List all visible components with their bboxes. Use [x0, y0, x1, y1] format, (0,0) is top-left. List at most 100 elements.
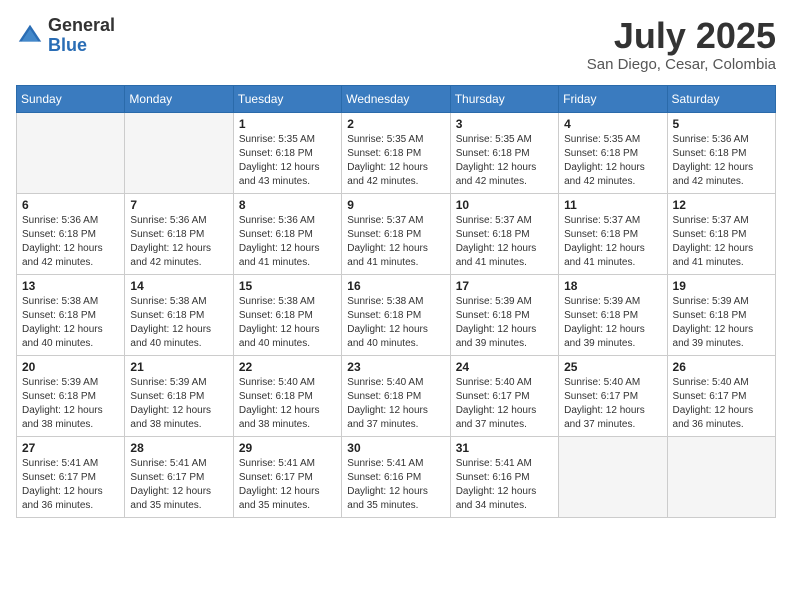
day-info: Sunrise: 5:39 AM Sunset: 6:18 PM Dayligh…	[564, 295, 661, 351]
calendar-cell: 24 Sunrise: 5:40 AM Sunset: 6:17 PM Dayli…	[450, 355, 558, 436]
day-number: 13	[22, 279, 119, 293]
day-info: Sunrise: 5:37 AM Sunset: 6:18 PM Dayligh…	[456, 214, 553, 270]
logo-text: General Blue	[48, 16, 115, 56]
calendar-week-5: 27 Sunrise: 5:41 AM Sunset: 6:17 PM Dayli…	[17, 436, 776, 517]
day-number: 15	[239, 279, 336, 293]
calendar-cell: 5 Sunrise: 5:36 AM Sunset: 6:18 PM Daylig…	[667, 112, 775, 193]
calendar-cell: 18Sunrise: 5:39 AM Sunset: 6:18 PM Dayli…	[559, 274, 667, 355]
calendar-cell: 23 Sunrise: 5:40 AM Sunset: 6:18 PM Dayli…	[342, 355, 450, 436]
calendar-cell	[667, 436, 775, 517]
month-title: July 2025	[587, 16, 776, 56]
day-info: Sunrise: 5:41 AM Sunset: 6:17 PM Dayligh…	[130, 457, 227, 513]
day-info: Sunrise: 5:36 AM Sunset: 6:18 PM Dayligh…	[130, 214, 227, 270]
calendar-cell: 16 Sunrise: 5:38 AM Sunset: 6:18 PM Dayli…	[342, 274, 450, 355]
day-info: Sunrise: 5:40 AM Sunset: 6:18 PM Dayligh…	[347, 376, 444, 432]
day-info: Sunrise: 5:37 AM Sunset: 6:18 PM Dayligh…	[564, 214, 661, 270]
day-info: Sunrise: 5:36 AM Sunset: 6:18 PM Dayligh…	[673, 133, 770, 189]
page-header: General Blue July 2025 San Diego, Cesar,…	[16, 16, 776, 73]
calendar-cell: 7 Sunrise: 5:36 AM Sunset: 6:18 PM Daylig…	[125, 193, 233, 274]
day-info: Sunrise: 5:40 AM Sunset: 6:17 PM Dayligh…	[564, 376, 661, 432]
calendar-cell: 29 Sunrise: 5:41 AM Sunset: 6:17 PM Dayli…	[233, 436, 341, 517]
calendar-header-row: SundayMondayTuesdayWednesdayThursdayFrid…	[17, 85, 776, 112]
day-number: 17	[456, 279, 553, 293]
day-number: 2	[347, 117, 444, 131]
calendar-cell: 3 Sunrise: 5:35 AM Sunset: 6:18 PM Daylig…	[450, 112, 558, 193]
day-number: 22	[239, 360, 336, 374]
day-number: 28	[130, 441, 227, 455]
day-number: 14	[130, 279, 227, 293]
col-header-thursday: Thursday	[450, 85, 558, 112]
day-info: Sunrise: 5:39 AM Sunset: 6:18 PM Dayligh…	[673, 295, 770, 351]
logo-icon	[16, 22, 44, 50]
day-info: Sunrise: 5:41 AM Sunset: 6:17 PM Dayligh…	[22, 457, 119, 513]
calendar-cell: 25Sunrise: 5:40 AM Sunset: 6:17 PM Dayli…	[559, 355, 667, 436]
day-number: 11	[564, 198, 661, 212]
day-number: 5	[673, 117, 770, 131]
day-number: 31	[456, 441, 553, 455]
day-number: 19	[673, 279, 770, 293]
calendar-cell: 12 Sunrise: 5:37 AM Sunset: 6:18 PM Dayli…	[667, 193, 775, 274]
day-info: Sunrise: 5:41 AM Sunset: 6:16 PM Dayligh…	[456, 457, 553, 513]
day-number: 7	[130, 198, 227, 212]
calendar-table: SundayMondayTuesdayWednesdayThursdayFrid…	[16, 85, 776, 518]
calendar-cell: 19 Sunrise: 5:39 AM Sunset: 6:18 PM Dayli…	[667, 274, 775, 355]
col-header-wednesday: Wednesday	[342, 85, 450, 112]
day-info: Sunrise: 5:38 AM Sunset: 6:18 PM Dayligh…	[239, 295, 336, 351]
location-text: San Diego, Cesar, Colombia	[587, 56, 776, 73]
day-info: Sunrise: 5:35 AM Sunset: 6:18 PM Dayligh…	[347, 133, 444, 189]
day-info: Sunrise: 5:40 AM Sunset: 6:17 PM Dayligh…	[673, 376, 770, 432]
day-info: Sunrise: 5:35 AM Sunset: 6:18 PM Dayligh…	[239, 133, 336, 189]
day-number: 23	[347, 360, 444, 374]
calendar-week-4: 20 Sunrise: 5:39 AM Sunset: 6:18 PM Dayli…	[17, 355, 776, 436]
day-info: Sunrise: 5:38 AM Sunset: 6:18 PM Dayligh…	[22, 295, 119, 351]
day-info: Sunrise: 5:37 AM Sunset: 6:18 PM Dayligh…	[673, 214, 770, 270]
col-header-sunday: Sunday	[17, 85, 125, 112]
calendar-cell: 21Sunrise: 5:39 AM Sunset: 6:18 PM Dayli…	[125, 355, 233, 436]
day-info: Sunrise: 5:39 AM Sunset: 6:18 PM Dayligh…	[22, 376, 119, 432]
day-number: 29	[239, 441, 336, 455]
day-number: 1	[239, 117, 336, 131]
day-number: 10	[456, 198, 553, 212]
day-info: Sunrise: 5:41 AM Sunset: 6:17 PM Dayligh…	[239, 457, 336, 513]
day-info: Sunrise: 5:38 AM Sunset: 6:18 PM Dayligh…	[347, 295, 444, 351]
calendar-week-1: 1 Sunrise: 5:35 AM Sunset: 6:18 PM Daylig…	[17, 112, 776, 193]
day-number: 26	[673, 360, 770, 374]
calendar-cell: 22Sunrise: 5:40 AM Sunset: 6:18 PM Dayli…	[233, 355, 341, 436]
day-number: 9	[347, 198, 444, 212]
calendar-cell: 9 Sunrise: 5:37 AM Sunset: 6:18 PM Daylig…	[342, 193, 450, 274]
day-info: Sunrise: 5:41 AM Sunset: 6:16 PM Dayligh…	[347, 457, 444, 513]
day-number: 21	[130, 360, 227, 374]
calendar-cell: 10 Sunrise: 5:37 AM Sunset: 6:18 PM Dayli…	[450, 193, 558, 274]
calendar-cell: 11 Sunrise: 5:37 AM Sunset: 6:18 PM Dayli…	[559, 193, 667, 274]
col-header-tuesday: Tuesday	[233, 85, 341, 112]
day-info: Sunrise: 5:40 AM Sunset: 6:17 PM Dayligh…	[456, 376, 553, 432]
day-number: 24	[456, 360, 553, 374]
day-info: Sunrise: 5:37 AM Sunset: 6:18 PM Dayligh…	[347, 214, 444, 270]
calendar-cell: 2 Sunrise: 5:35 AM Sunset: 6:18 PM Daylig…	[342, 112, 450, 193]
day-number: 27	[22, 441, 119, 455]
calendar-cell: 27 Sunrise: 5:41 AM Sunset: 6:17 PM Dayli…	[17, 436, 125, 517]
calendar-cell: 30 Sunrise: 5:41 AM Sunset: 6:16 PM Dayli…	[342, 436, 450, 517]
calendar-cell: 13 Sunrise: 5:38 AM Sunset: 6:18 PM Dayli…	[17, 274, 125, 355]
day-number: 12	[673, 198, 770, 212]
calendar-cell: 17 Sunrise: 5:39 AM Sunset: 6:18 PM Dayli…	[450, 274, 558, 355]
col-header-friday: Friday	[559, 85, 667, 112]
day-info: Sunrise: 5:35 AM Sunset: 6:18 PM Dayligh…	[456, 133, 553, 189]
day-info: Sunrise: 5:36 AM Sunset: 6:18 PM Dayligh…	[239, 214, 336, 270]
calendar-cell: 4Sunrise: 5:35 AM Sunset: 6:18 PM Daylig…	[559, 112, 667, 193]
logo: General Blue	[16, 16, 115, 56]
col-header-saturday: Saturday	[667, 85, 775, 112]
day-info: Sunrise: 5:39 AM Sunset: 6:18 PM Dayligh…	[456, 295, 553, 351]
day-info: Sunrise: 5:35 AM Sunset: 6:18 PM Dayligh…	[564, 133, 661, 189]
day-number: 20	[22, 360, 119, 374]
day-number: 30	[347, 441, 444, 455]
col-header-monday: Monday	[125, 85, 233, 112]
calendar-cell: 14Sunrise: 5:38 AM Sunset: 6:18 PM Dayli…	[125, 274, 233, 355]
day-number: 8	[239, 198, 336, 212]
calendar-cell: 6Sunrise: 5:36 AM Sunset: 6:18 PM Daylig…	[17, 193, 125, 274]
day-number: 16	[347, 279, 444, 293]
calendar-cell	[559, 436, 667, 517]
calendar-cell	[17, 112, 125, 193]
calendar-week-3: 13 Sunrise: 5:38 AM Sunset: 6:18 PM Dayli…	[17, 274, 776, 355]
day-number: 3	[456, 117, 553, 131]
